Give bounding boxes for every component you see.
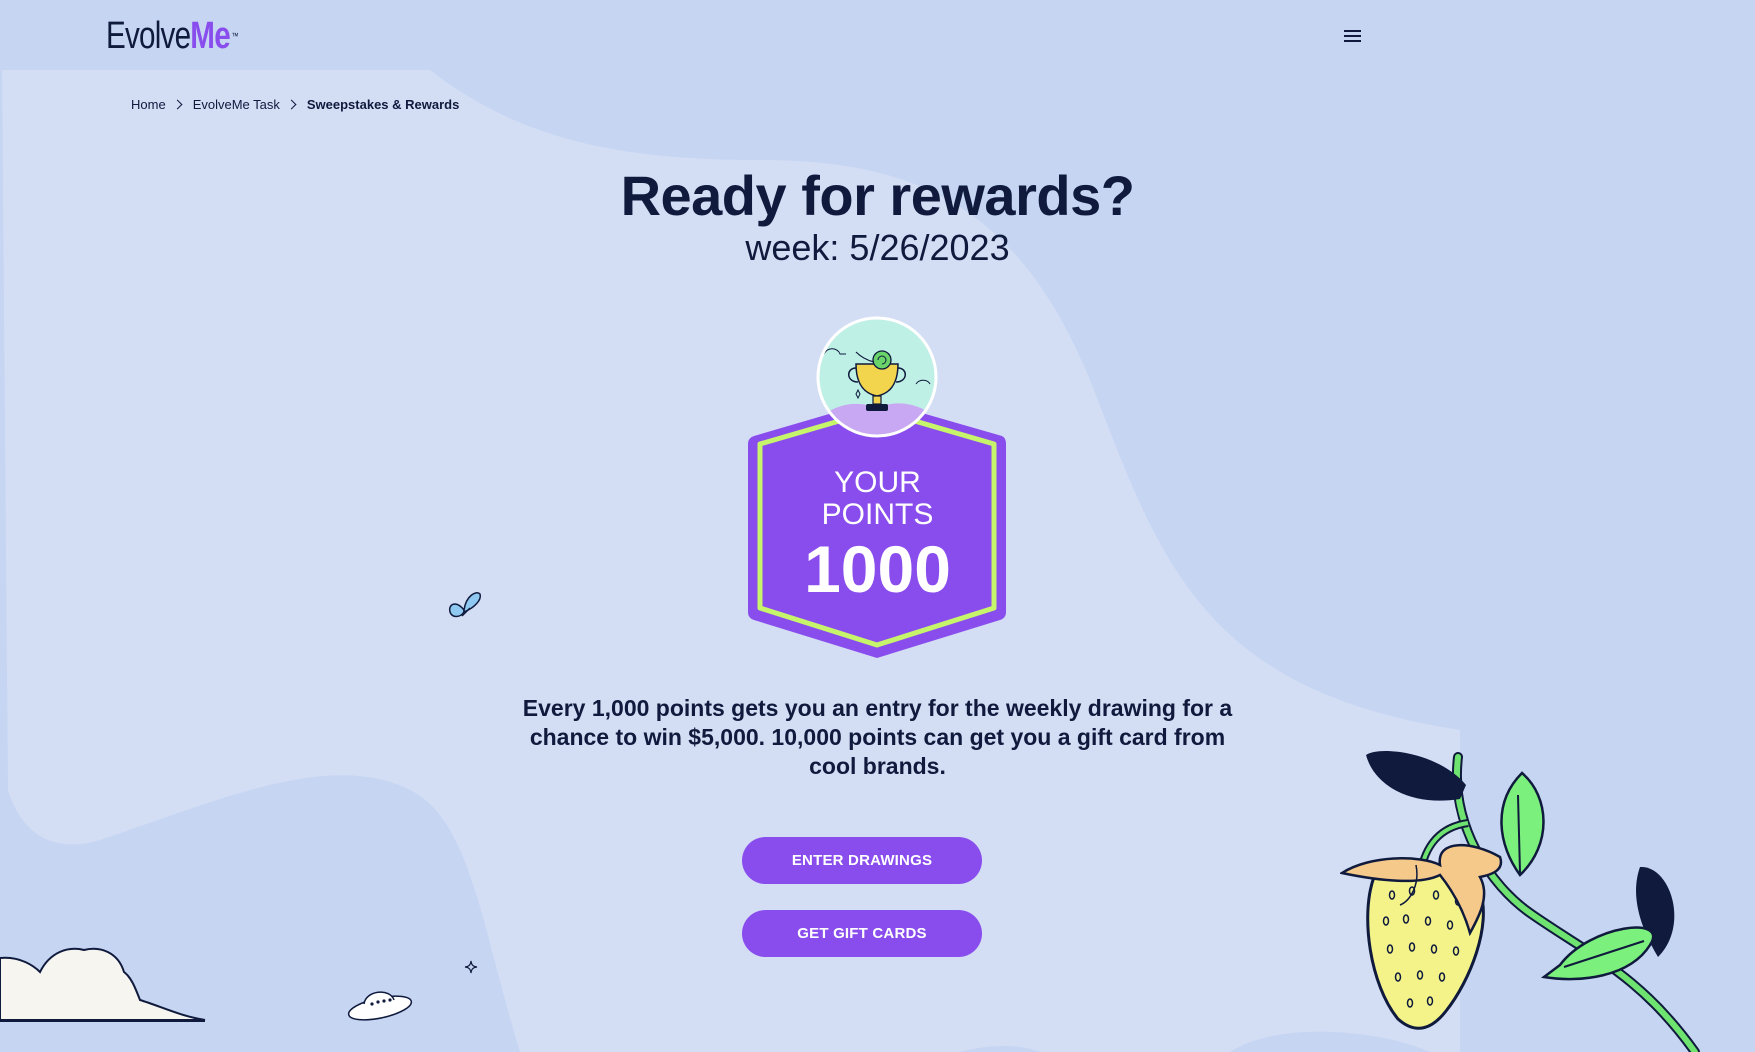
points-value: 1000 xyxy=(804,532,951,606)
evolveme-logo[interactable]: EvolveMe ™ xyxy=(106,16,238,56)
hamburger-menu-icon[interactable] xyxy=(1338,22,1366,50)
breadcrumb-home[interactable]: Home xyxy=(131,97,166,112)
trophy-icon xyxy=(816,316,938,438)
points-label: YOUR POINTS xyxy=(821,466,934,531)
chevron-right-icon xyxy=(172,99,183,110)
breadcrumb: Home EvolveMe Task Sweepstakes & Rewards xyxy=(131,97,459,112)
get-gift-cards-button[interactable]: GET GIFT CARDS xyxy=(742,910,982,957)
ufo-icon xyxy=(347,991,413,1021)
breadcrumb-evolveme-task[interactable]: EvolveMe Task xyxy=(193,97,280,112)
page-title: Ready for rewards? xyxy=(620,164,1135,227)
rewards-description: Every 1,000 points gets you an entry for… xyxy=(522,695,1233,779)
butterfly-icon xyxy=(448,592,482,618)
chevron-right-icon xyxy=(286,99,297,110)
strawberry-plant-icon xyxy=(1340,750,1700,1052)
week-label: week: 5/26/2023 xyxy=(745,227,1010,268)
cloud-icon xyxy=(0,947,206,1022)
site-header: EvolveMe ™ xyxy=(0,0,1755,72)
sparkle-icon xyxy=(464,960,478,974)
enter-drawings-button[interactable]: ENTER DRAWINGS xyxy=(742,837,982,884)
breadcrumb-current: Sweepstakes & Rewards xyxy=(306,97,460,112)
points-badge: YOUR POINTS 1000 xyxy=(740,312,1015,662)
